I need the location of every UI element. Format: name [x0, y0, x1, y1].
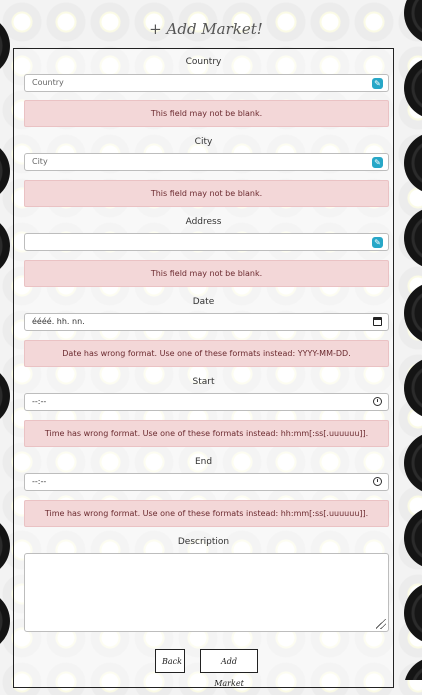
- vinyl-record-icon: [404, 432, 422, 494]
- pen-icon: ✎: [372, 78, 383, 89]
- calendar-icon[interactable]: [373, 317, 382, 326]
- city-field[interactable]: City ✎: [24, 153, 389, 171]
- city-label: City: [194, 137, 213, 147]
- vinyl-record-icon: [404, 357, 422, 419]
- vinyl-record-icon: [404, 582, 422, 644]
- country-field[interactable]: Country ✎: [24, 74, 389, 92]
- vinyl-record-icon: [404, 282, 422, 344]
- left-vinyl-border: [0, 0, 12, 680]
- vinyl-record-icon: [0, 215, 10, 277]
- vinyl-record-icon: [404, 132, 422, 194]
- end-label: End: [194, 457, 213, 467]
- add-market-button[interactable]: Add Market: [200, 649, 258, 688]
- end-time-value: --:--: [32, 477, 47, 486]
- date-value: éééé. hh. nn.: [32, 317, 85, 326]
- end-error: Time has wrong format. Use one of these …: [24, 500, 389, 527]
- add-market-form: Country Country ✎ This field may not be …: [13, 48, 394, 688]
- start-error: Time has wrong format. Use one of these …: [24, 420, 389, 447]
- description-textarea[interactable]: [24, 553, 389, 632]
- date-error: Date has wrong format. Use one of these …: [24, 340, 389, 367]
- pen-icon: ✎: [372, 157, 383, 168]
- address-error: This field may not be blank.: [24, 260, 389, 287]
- start-label: Start: [192, 377, 215, 387]
- country-error: This field may not be blank.: [24, 100, 389, 127]
- vinyl-record-icon: [404, 507, 422, 569]
- pen-icon: ✎: [372, 237, 383, 248]
- clock-icon[interactable]: [373, 397, 382, 406]
- vinyl-record-icon: [0, 515, 10, 577]
- address-label: Address: [185, 217, 222, 227]
- vinyl-record-icon: [404, 207, 422, 269]
- city-placeholder: City: [32, 157, 48, 166]
- date-label: Date: [192, 297, 215, 307]
- resize-handle-icon[interactable]: [376, 619, 386, 629]
- country-label: Country: [185, 57, 222, 67]
- city-error: This field may not be blank.: [24, 180, 389, 207]
- back-button[interactable]: Back: [155, 649, 185, 673]
- start-time-field[interactable]: --:--: [24, 393, 389, 411]
- address-field[interactable]: ✎: [24, 233, 389, 251]
- clock-icon[interactable]: [373, 477, 382, 486]
- end-time-field[interactable]: --:--: [24, 473, 389, 491]
- vinyl-record-icon: [404, 657, 422, 680]
- start-time-value: --:--: [32, 397, 47, 406]
- right-vinyl-border: [400, 0, 422, 680]
- date-field[interactable]: éééé. hh. nn.: [24, 313, 389, 331]
- country-placeholder: Country: [32, 78, 64, 87]
- vinyl-record-icon: [0, 365, 10, 427]
- vinyl-record-icon: [404, 57, 422, 119]
- vinyl-record-icon: [0, 590, 10, 652]
- page-title: + Add Market!: [149, 20, 263, 38]
- vinyl-record-icon: [0, 140, 10, 202]
- description-label: Description: [177, 537, 230, 547]
